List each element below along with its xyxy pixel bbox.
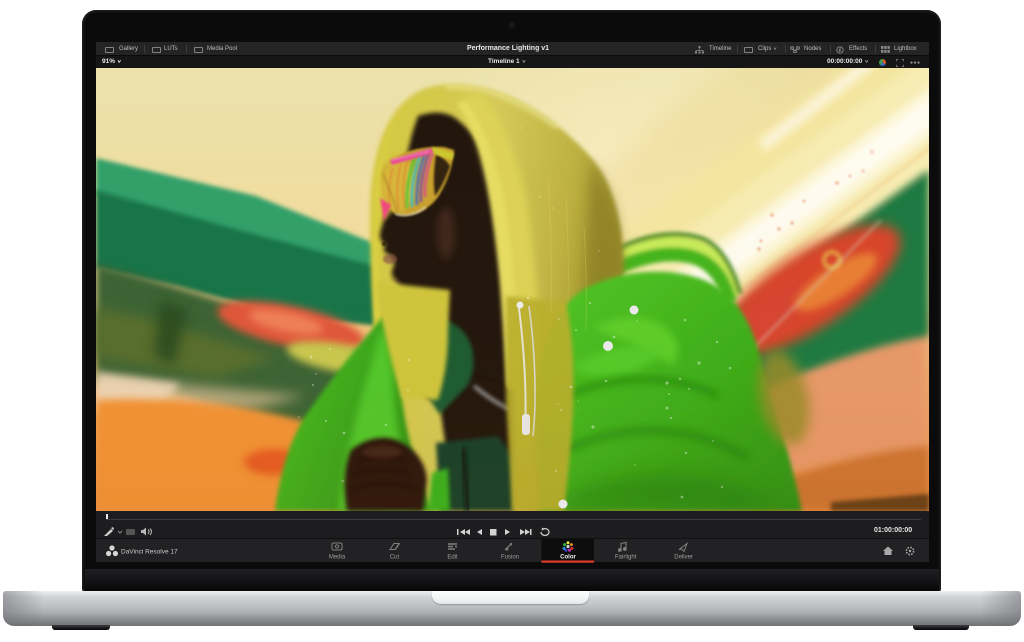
svg-text:Deliver: Deliver [674, 555, 693, 561]
svg-text:DaVinci Resolve 17: DaVinci Resolve 17 [121, 549, 178, 556]
svg-text:Cut: Cut [390, 555, 400, 561]
svg-text:Edit: Edit [447, 555, 458, 561]
svg-text:Fairlight: Fairlight [615, 555, 637, 561]
svg-text:Fusion: Fusion [501, 555, 519, 561]
svg-text:Media: Media [329, 555, 346, 561]
svg-text:Color: Color [560, 555, 576, 561]
